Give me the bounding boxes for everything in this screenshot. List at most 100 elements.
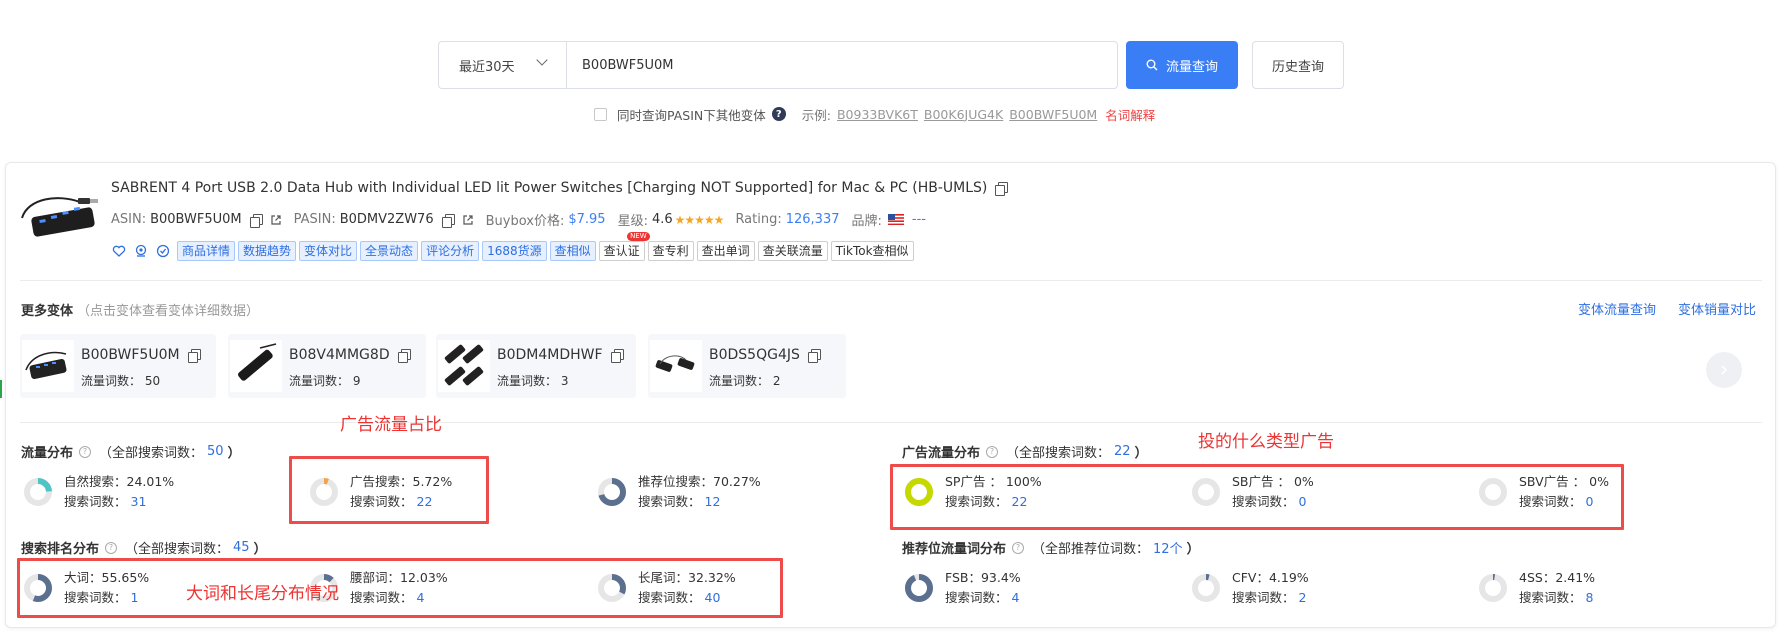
search-icon <box>1146 59 1158 71</box>
rank-total: 45 <box>233 540 250 555</box>
tag-certification[interactable]: 查认证 NEW <box>598 232 650 261</box>
variant-asin-text: B08V4MMG8D <box>289 347 390 363</box>
rating-label: Rating: <box>735 212 782 227</box>
stars-label: 星级: <box>617 214 648 229</box>
tag-review-analysis[interactable]: 评论分析 <box>421 241 480 261</box>
pasin-label: PASIN: <box>293 212 336 227</box>
variant-count-value: 50 <box>144 374 161 388</box>
help-icon[interactable]: ? <box>1012 541 1025 554</box>
copy-icon[interactable] <box>441 213 455 228</box>
tracking-icon[interactable] <box>155 243 171 259</box>
star-rating-icon: ★★★★★ <box>674 212 725 227</box>
heart-icon[interactable] <box>111 243 127 259</box>
variant-count-label: 流量词数： <box>709 374 770 388</box>
search-rank-distribution-title: 搜索排名分布 ? （全部搜索词数： 45） <box>21 538 267 557</box>
chevron-down-icon <box>536 54 548 66</box>
tag-variant-compare[interactable]: 变体对比 <box>299 241 358 261</box>
us-flag-icon <box>887 214 904 225</box>
metric-count-label: 搜索词数： <box>1232 590 1295 605</box>
buybox-price: $7.95 <box>568 212 606 227</box>
copy-icon[interactable] <box>397 349 411 363</box>
variant-traffic-query-link[interactable]: 变体流量查询 <box>1578 299 1656 318</box>
metric-count[interactable]: 4 <box>1012 590 1020 605</box>
variant-asin-text: B00BWF5U0M <box>81 347 180 363</box>
date-range-select[interactable]: 最近30天 <box>438 41 566 89</box>
tag-tiktok-similar[interactable]: TikTok查相似 <box>830 241 914 261</box>
copy-icon[interactable] <box>995 182 1009 196</box>
rec-metric: CFV：4.19% 搜索词数： 2 <box>1190 568 1309 608</box>
tag-product-detail[interactable]: 商品详情 <box>177 241 236 261</box>
rec-total-suffix: ） <box>1186 542 1200 557</box>
ad-traffic-total: 22 <box>1114 444 1131 459</box>
metric-label: CFV：4.19% <box>1232 570 1309 585</box>
tag-related-traffic[interactable]: 查关联流量 <box>757 241 828 261</box>
recommend-distribution-title: 推荐位流量词分布 ? （全部推荐位词数： 12个） <box>902 538 1200 557</box>
annotation-box-big-long <box>17 558 783 618</box>
asin-search-input[interactable] <box>566 41 1118 89</box>
traffic-total-prefix: （全部搜索词数： <box>99 446 204 461</box>
traffic-query-label: 流量查询 <box>1165 59 1218 75</box>
variant-count-value: 2 <box>772 374 781 388</box>
help-icon[interactable]: ? <box>105 541 118 554</box>
ad-traffic-title-text: 广告流量分布 <box>902 446 981 461</box>
copy-icon[interactable] <box>187 349 201 363</box>
metric-count-label: 搜索词数： <box>945 590 1008 605</box>
annotation-box-ad-type <box>890 464 1624 530</box>
rec-total: 12个 <box>1153 542 1183 557</box>
tag-certification-label: 查认证 <box>603 244 640 258</box>
donut-track <box>1479 574 1507 602</box>
example-link[interactable]: B00BWF5U0M <box>1009 107 1097 122</box>
pasin-value: B0DMV2ZW76 <box>339 212 434 227</box>
variants-title: 更多变体 （点击变体查看变体详细数据） <box>21 300 259 319</box>
asin-label: ASIN: <box>111 212 147 227</box>
tag-data-trend[interactable]: 数据趋势 <box>238 241 297 261</box>
traffic-query-button[interactable]: 流量查询 <box>1126 41 1238 89</box>
copy-icon[interactable] <box>807 349 821 363</box>
annotation-ad-share: 广告流量占比 <box>340 415 442 435</box>
annotation-big-long: 大词和长尾分布情况 <box>186 584 339 604</box>
variant-card[interactable]: B08V4MMG8D 流量词数： 9 <box>228 334 426 398</box>
tag-order-words[interactable]: 查出单词 <box>696 241 755 261</box>
variant-sales-compare-link[interactable]: 变体销量对比 <box>1678 299 1756 318</box>
example-link[interactable]: B0933BVK6T <box>837 107 918 122</box>
variants-hint: （点击变体查看变体详细数据） <box>77 304 260 319</box>
copy-icon[interactable] <box>610 349 624 363</box>
location-icon[interactable] <box>133 243 149 259</box>
copy-icon[interactable] <box>249 213 263 228</box>
variant-card[interactable]: B00BWF5U0M 流量词数： 50 <box>20 334 216 398</box>
donut-chart-icon <box>598 478 626 506</box>
external-link-icon[interactable] <box>462 214 474 226</box>
help-icon[interactable]: ? <box>79 445 92 458</box>
variant-card[interactable]: B0DS5QG4JS 流量词数： 2 <box>648 334 846 398</box>
metric-label: FSB：93.4% <box>945 570 1021 585</box>
variant-card[interactable]: B0DM4MDHWF 流量词数： 3 <box>436 334 636 398</box>
rank-total-suffix: ） <box>253 542 267 557</box>
search-options-row: 同时查询PASIN下其他变体 ? 示例: B0933BVK6T B00K6JUG… <box>594 105 1155 123</box>
variants-next-button[interactable] <box>1706 352 1742 388</box>
brand-value[interactable]: --- <box>912 212 926 227</box>
history-query-button[interactable]: 历史查询 <box>1252 41 1344 89</box>
tag-1688-source[interactable]: 1688货源 <box>482 241 547 261</box>
ad-traffic-total-prefix: （全部搜索词数： <box>1006 446 1111 461</box>
variant-thumbnail <box>650 340 702 392</box>
external-link-icon[interactable] <box>270 214 282 226</box>
rec-metric: 4SS：2.41% 搜索词数： 8 <box>1477 568 1595 608</box>
metric-count[interactable]: 31 <box>131 494 147 509</box>
tag-find-similar[interactable]: 查相似 <box>549 241 596 261</box>
metric-label: 4SS：2.41% <box>1519 570 1596 585</box>
product-title: SABRENT 4 Port USB 2.0 Data Hub with Ind… <box>111 180 1009 196</box>
variant-thumbnail <box>22 340 74 392</box>
rating-count[interactable]: 126,337 <box>786 212 840 227</box>
help-icon[interactable]: ? <box>986 445 999 458</box>
metric-count[interactable]: 2 <box>1299 590 1307 605</box>
tag-patent[interactable]: 查专利 <box>647 241 694 261</box>
help-icon[interactable]: ? <box>771 107 786 121</box>
rank-title-text: 搜索排名分布 <box>21 542 100 557</box>
glossary-link[interactable]: 名词解释 <box>1105 105 1155 124</box>
variant-checkbox[interactable] <box>594 107 607 121</box>
tag-panorama[interactable]: 全景动态 <box>360 241 419 261</box>
metric-count[interactable]: 8 <box>1586 590 1594 605</box>
metric-count[interactable]: 12 <box>705 494 721 509</box>
variant-asin: B00BWF5U0M <box>81 347 201 363</box>
example-link[interactable]: B00K6JUG4K <box>924 107 1003 122</box>
